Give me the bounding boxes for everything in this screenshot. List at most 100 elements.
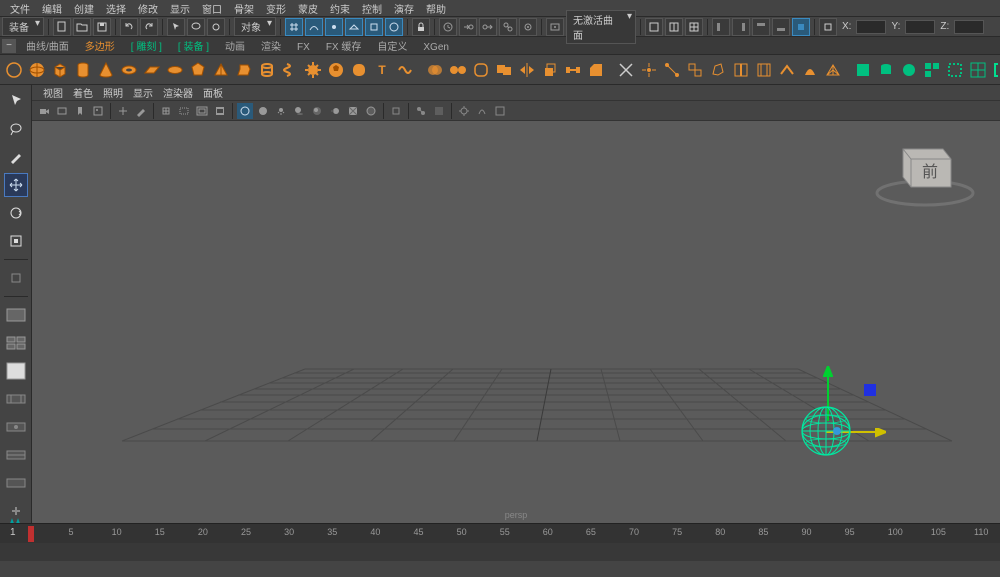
insert-edge-icon[interactable] (731, 59, 751, 81)
scale-tool[interactable] (4, 229, 28, 253)
vp-menu-view[interactable]: 视图 (38, 85, 68, 100)
shelf-tab-9[interactable]: XGen (415, 40, 457, 55)
menu-help[interactable]: 帮助 (420, 1, 452, 16)
uv-auto-icon[interactable] (922, 59, 942, 81)
vp-gamma-icon[interactable] (474, 103, 490, 119)
selected-sphere-object[interactable] (800, 405, 852, 457)
multicut-icon[interactable] (616, 59, 636, 81)
select-tool[interactable] (4, 89, 28, 113)
layout-opt-c-icon[interactable] (4, 443, 28, 467)
viewport-3d[interactable]: 前 persp (32, 121, 1000, 523)
coord-x-input[interactable] (856, 20, 886, 34)
uv-spherical-icon[interactable] (899, 59, 919, 81)
vp-view-transform-icon[interactable] (492, 103, 508, 119)
menu-skin[interactable]: 蒙皮 (292, 1, 324, 16)
selection-mask-dropdown[interactable]: 对象 (234, 17, 276, 36)
undo-icon[interactable] (120, 18, 138, 36)
shelf-tab-6[interactable]: FX (289, 40, 318, 55)
render-icon[interactable] (546, 18, 564, 36)
poly-torus-icon[interactable] (119, 59, 139, 81)
shelf-tab-1[interactable]: 多边形 (77, 40, 123, 55)
last-tool[interactable] (4, 266, 28, 290)
construction-icon[interactable] (499, 18, 517, 36)
mirror-icon[interactable] (517, 59, 537, 81)
boolean-icon[interactable] (494, 59, 514, 81)
construction2-icon[interactable] (519, 18, 537, 36)
gizmo-z-handle[interactable] (863, 383, 877, 397)
poly-disc-icon[interactable] (165, 59, 185, 81)
menu-display[interactable]: 显示 (164, 1, 196, 16)
shelf-tab-8[interactable]: 自定义 (369, 40, 415, 55)
shelf-tab-7[interactable]: FX 缓存 (318, 40, 370, 55)
menu-deform[interactable]: 变形 (260, 1, 292, 16)
save-scene-icon[interactable] (93, 18, 111, 36)
shelf-toggle-icon[interactable] (4, 59, 24, 81)
bevel-icon[interactable] (586, 59, 606, 81)
smooth-icon[interactable] (471, 59, 491, 81)
open-scene-icon[interactable] (73, 18, 91, 36)
shelf-tab-5[interactable]: 渲染 (253, 40, 289, 55)
snap-plane-icon[interactable] (345, 18, 363, 36)
connect-icon[interactable] (662, 59, 682, 81)
target-weld-icon[interactable] (639, 59, 659, 81)
triangulate-icon[interactable] (823, 59, 843, 81)
vp-menu-panels[interactable]: 面板 (198, 85, 228, 100)
menu-select[interactable]: 选择 (100, 1, 132, 16)
poly-cube-icon[interactable] (50, 59, 70, 81)
vp-menu-shading[interactable]: 着色 (68, 85, 98, 100)
menu-skeleton[interactable]: 骨架 (228, 1, 260, 16)
snap-grid-icon[interactable] (285, 18, 303, 36)
svg-icon[interactable] (395, 59, 415, 81)
workspace-selector[interactable]: 装备 (2, 17, 44, 36)
toggle-e-icon[interactable] (792, 18, 810, 36)
vp-wireframe-icon[interactable] (237, 103, 253, 119)
toggle-b-icon[interactable] (732, 18, 750, 36)
quad-draw-icon[interactable] (685, 59, 705, 81)
lasso-icon[interactable] (187, 18, 205, 36)
uv-contour-icon[interactable] (945, 59, 965, 81)
layout-persp-icon[interactable] (4, 359, 28, 383)
vp-textured-icon[interactable] (345, 103, 361, 119)
snap-point-icon[interactable] (325, 18, 343, 36)
toggle-d-icon[interactable] (772, 18, 790, 36)
output-icon[interactable] (479, 18, 497, 36)
new-scene-icon[interactable] (53, 18, 71, 36)
vp-use-lights-icon[interactable] (273, 103, 289, 119)
vp-select-cam-icon[interactable] (36, 103, 52, 119)
paint-select-icon[interactable] (207, 18, 225, 36)
poly-pyramid-icon[interactable] (211, 59, 231, 81)
snap-curve-icon[interactable] (305, 18, 323, 36)
poly-helix-icon[interactable] (280, 59, 300, 81)
history-icon[interactable] (439, 18, 457, 36)
layout-opt-a-icon[interactable] (4, 387, 28, 411)
vp-menu-lighting[interactable]: 照明 (98, 85, 128, 100)
coord-y-input[interactable] (905, 20, 935, 34)
shelf-tab-4[interactable]: 动画 (217, 40, 253, 55)
rotate-tool[interactable] (4, 201, 28, 225)
poly-soccer-icon[interactable] (326, 59, 346, 81)
uv-editor-icon[interactable] (968, 59, 988, 81)
coord-z-input[interactable] (954, 20, 984, 34)
vp-exposure-icon[interactable] (456, 103, 472, 119)
extrude-icon[interactable] (540, 59, 560, 81)
vp-xray-active-icon[interactable] (431, 103, 447, 119)
poly-pipe-icon[interactable] (257, 59, 277, 81)
vp-grid-icon[interactable] (158, 103, 174, 119)
layout-four-icon[interactable] (4, 331, 28, 355)
tab-collapse-icon[interactable]: − (2, 39, 16, 53)
vp-menu-renderer[interactable]: 渲染器 (158, 85, 198, 100)
input-icon[interactable] (459, 18, 477, 36)
menu-constraint[interactable]: 约束 (324, 1, 356, 16)
menu-edit[interactable]: 编辑 (36, 1, 68, 16)
uv-planar-icon[interactable] (853, 59, 873, 81)
move-tool[interactable] (4, 173, 28, 197)
poly-platonic-icon[interactable] (188, 59, 208, 81)
poly-type-icon[interactable]: T (372, 59, 392, 81)
layout-opt-d-icon[interactable] (4, 471, 28, 495)
render-dropdown[interactable]: 无激活曲面 (566, 10, 636, 44)
vp-image-plane-icon[interactable] (90, 103, 106, 119)
vp-2d-pan-icon[interactable] (115, 103, 131, 119)
bridge-icon[interactable] (563, 59, 583, 81)
poly-gear-icon[interactable] (303, 59, 323, 81)
layout-1-icon[interactable] (645, 18, 663, 36)
